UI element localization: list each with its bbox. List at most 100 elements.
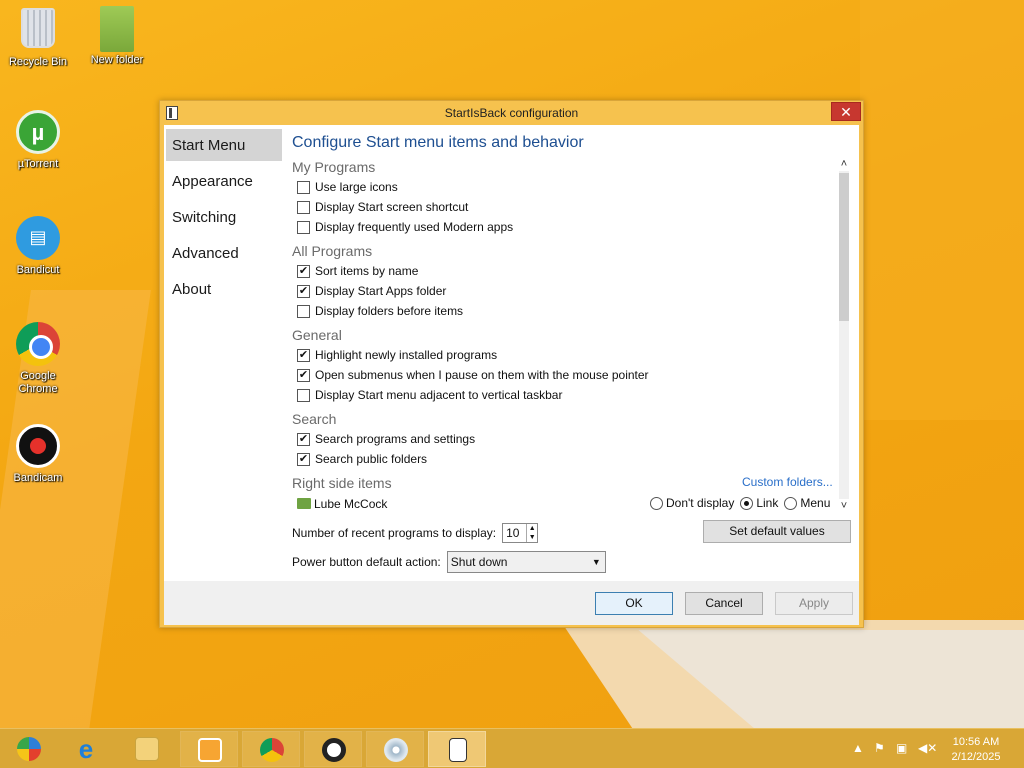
recent-programs-stepper[interactable]: 10 ▲ ▼ [502,523,539,543]
option-row[interactable]: Use large icons [292,177,832,197]
right-side-item-row[interactable]: Lube McCock Don't display Link Menu [292,495,832,513]
desktop-icon-label: New folder [90,54,144,66]
disc-icon [384,738,408,762]
option-label: Search programs and settings [315,432,476,446]
taskbar-file-explorer[interactable] [118,731,176,767]
checkbox[interactable]: ✔ [297,432,310,446]
checkbox[interactable]: ✔ [297,452,310,466]
section-title-all-programs: All Programs [292,243,373,259]
option-label: Search public folders [315,452,428,466]
radio-dont-display[interactable]: Don't display [650,496,734,510]
checkbox[interactable] [297,200,310,214]
taskbar: e ▲ ⚑ ▣ ◀✕ 10:56 AM 2/12/2025 [0,728,1024,768]
nav-about[interactable]: About [166,273,282,305]
close-button[interactable]: ✕ [831,102,861,121]
clock-date: 2/12/2025 [951,751,1001,763]
checkbox[interactable] [297,220,310,234]
option-row[interactable]: ✔ Display Start Apps folder [292,281,832,301]
window-client: Start Menu Appearance Switching Advanced… [164,125,859,581]
spinner-arrows-icon[interactable]: ▲ ▼ [526,524,537,542]
scroll-thumb[interactable] [839,173,849,321]
radio-menu[interactable]: Menu [784,496,830,510]
utorrent-icon: µ [16,110,60,154]
option-label: Display Start menu adjacent to vertical … [315,388,563,402]
window-title: StartIsBack configuration [444,106,579,120]
option-label: Highlight newly installed programs [315,348,498,362]
option-row[interactable]: ✔ Search programs and settings [292,429,832,449]
config-window: StartIsBack configuration ✕ Start Menu A… [159,100,864,628]
options-list: My Programs Use large icons Display Star… [292,157,832,515]
taskbar-internet-explorer[interactable]: e [57,731,115,767]
checkbox[interactable]: ✔ [297,348,310,362]
title-bar[interactable]: StartIsBack configuration ✕ [160,101,863,125]
show-hidden-icons-icon[interactable]: ▲ [852,741,864,755]
set-default-values-button[interactable]: Set default values [703,520,851,543]
taskbar-clock[interactable]: 10:56 AM 2/12/2025 [946,735,1006,765]
bandicut-icon: ▤ [16,216,60,260]
option-label: Display Start Apps folder [315,284,447,298]
desktop-icon-new-folder[interactable]: New folder [79,6,155,67]
option-row[interactable]: ✔ Open submenus when I pause on them with… [292,365,832,385]
recent-programs-value[interactable]: 10 [503,524,526,542]
taskbar-chrome[interactable] [242,731,300,767]
section-title-search: Search [292,411,337,427]
taskbar-disc-tool[interactable] [366,731,424,767]
power-action-select[interactable]: Shut down ▼ [446,551,606,573]
radio-label: Don't display [666,496,735,510]
desktop-icon-label: Recycle Bin [8,56,68,68]
desktop-icon-utorrent[interactable]: µ µTorrent [0,110,76,171]
scroll-up-icon[interactable]: ˄ [837,157,851,171]
cancel-button[interactable]: Cancel [685,592,763,615]
page-heading: Configure Start menu items and behavior [292,134,584,151]
ok-button[interactable]: OK [595,592,673,615]
settings-nav: Start Menu Appearance Switching Advanced… [166,129,282,309]
desktop-icon-recycle-bin[interactable]: Recycle Bin [0,6,76,69]
nav-advanced[interactable]: Advanced [166,237,282,269]
radio-link[interactable]: Link [740,496,778,510]
desktop-icon-bandicam[interactable]: Bandicam [0,424,76,485]
apply-button[interactable]: Apply [775,592,853,615]
radio-dot [784,496,798,510]
option-row[interactable]: ✔ Sort items by name [292,261,832,281]
option-row[interactable]: Display Start menu adjacent to vertical … [292,385,832,405]
system-tray: ▲ ⚑ ▣ ◀✕ 10:56 AM 2/12/2025 [834,729,1024,768]
internet-explorer-icon: e [78,734,94,764]
bandicam-icon [322,738,346,762]
power-button-row: Power button default action: Shut down ▼ [292,551,606,573]
start-button[interactable] [0,731,58,767]
nav-switching[interactable]: Switching [166,201,282,233]
checkbox[interactable] [297,304,310,318]
checkbox[interactable] [297,180,310,194]
desktop-icon-bandicut[interactable]: ▤ Bandicut [0,216,76,277]
volume-muted-icon[interactable]: ◀✕ [918,741,937,755]
network-icon[interactable]: ▣ [896,741,907,755]
option-label: Open submenus when I pause on them with … [315,368,649,382]
option-row[interactable]: Display folders before items [292,301,832,321]
desktop-icon-label: Google Chrome [18,370,58,395]
checkbox[interactable]: ✔ [297,284,310,298]
taskbar-bandicut[interactable] [180,731,238,767]
startisback-icon [449,738,467,762]
checkbox[interactable]: ✔ [297,264,310,278]
action-center-flag-icon[interactable]: ⚑ [874,741,885,755]
checkbox[interactable]: ✔ [297,368,310,382]
option-row[interactable]: ✔ Highlight newly installed programs [292,345,832,365]
option-row[interactable]: ✔ Search public folders [292,449,832,469]
custom-folders-link[interactable]: Custom folders... [742,475,833,489]
desktop-icon-google-chrome[interactable]: Google Chrome [0,322,76,396]
options-scrollbar[interactable]: ˄ ˅ [837,157,851,513]
power-action-value: Shut down [450,555,508,569]
nav-start-menu[interactable]: Start Menu [166,129,282,161]
checkbox[interactable] [297,388,310,402]
recent-programs-label: Number of recent programs to display: [292,526,497,540]
taskbar-bandicam[interactable] [304,731,362,767]
option-label: Display Start screen shortcut [315,200,469,214]
taskbar-startisback-config[interactable] [428,731,486,767]
nav-appearance[interactable]: Appearance [166,165,282,197]
power-action-label: Power button default action: [292,555,441,569]
scroll-down-icon[interactable]: ˅ [837,499,851,513]
folder-icon [297,498,311,509]
radio-dot [740,496,754,510]
option-row[interactable]: Display frequently used Modern apps [292,217,832,237]
option-row[interactable]: Display Start screen shortcut [292,197,832,217]
